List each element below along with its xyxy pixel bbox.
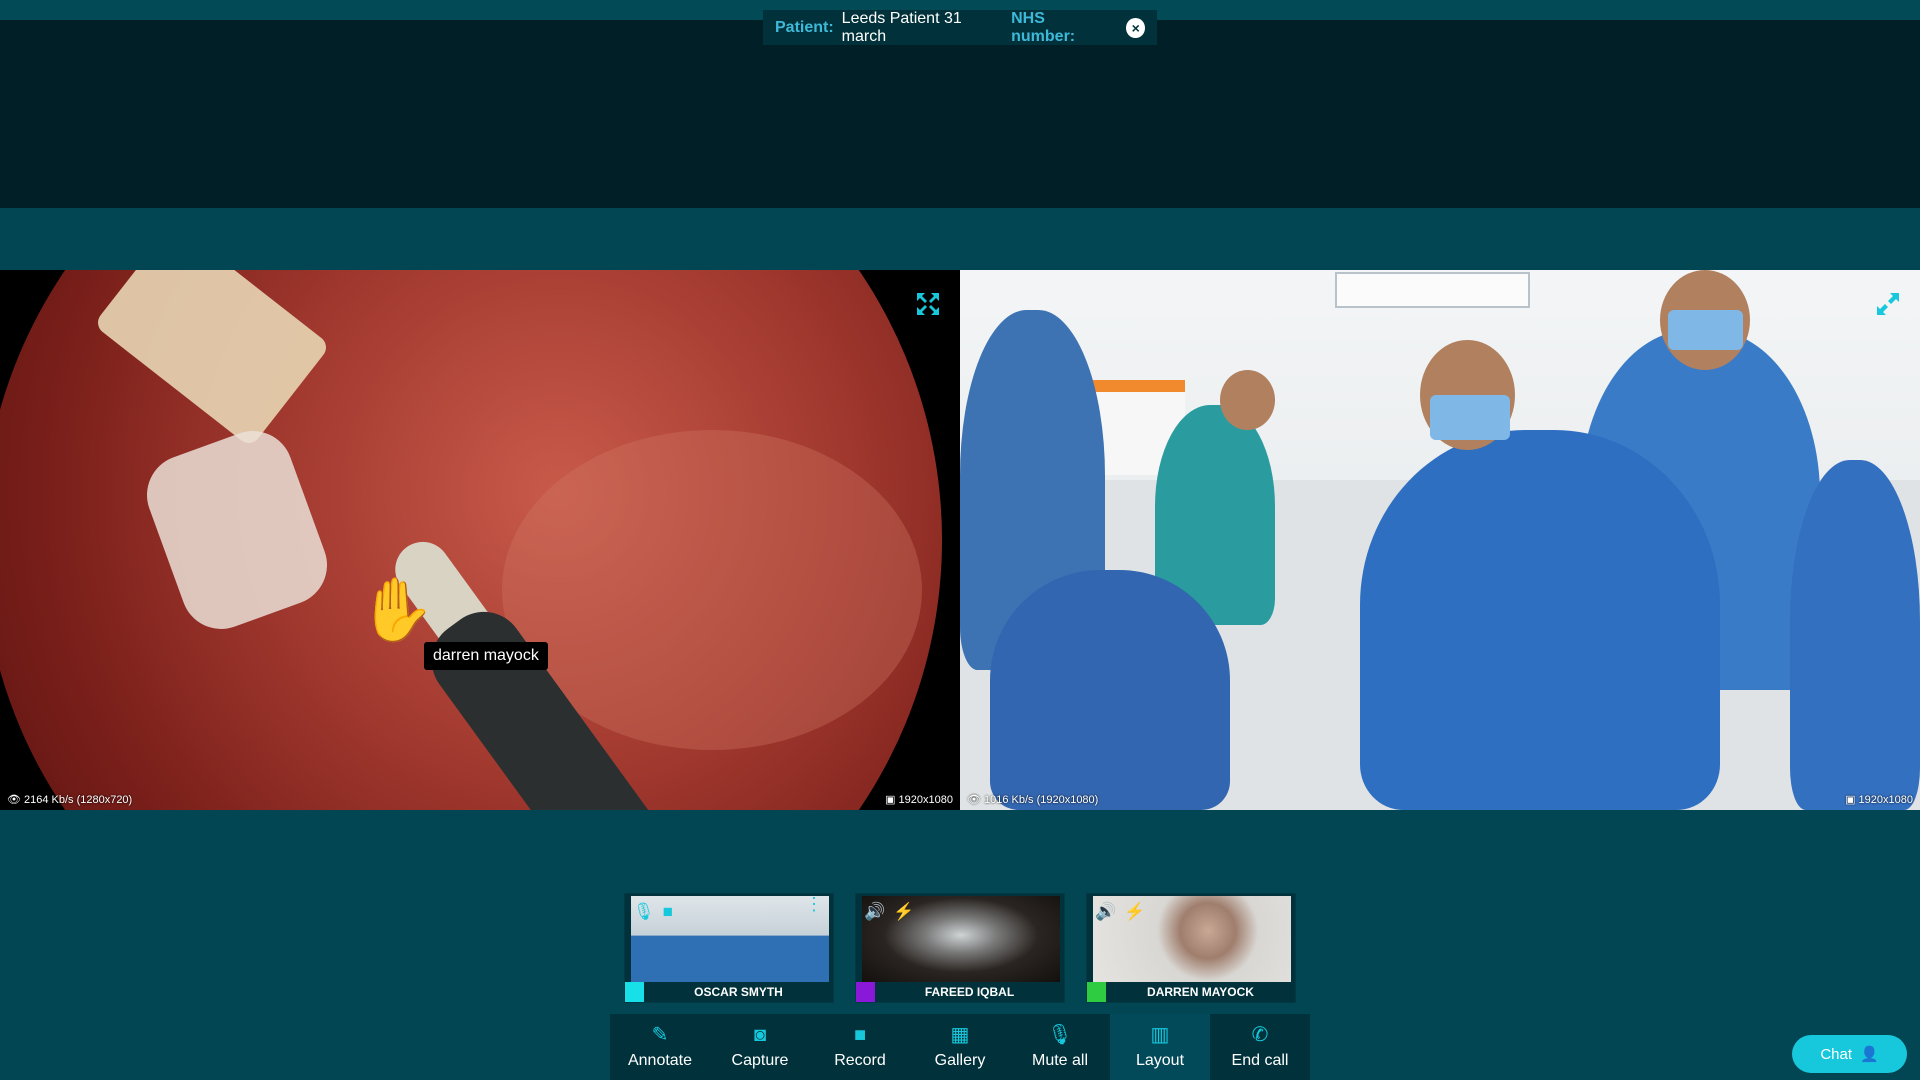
layout-button[interactable]: ▥ Layout xyxy=(1110,1014,1210,1080)
pencil-icon: ✎ xyxy=(651,1024,669,1046)
microphone-icon[interactable]: 🎙 xyxy=(633,902,655,922)
record-button[interactable]: ■ Record xyxy=(810,1014,910,1080)
spacer-band xyxy=(0,208,1920,270)
video-feed-theatre[interactable]: 👁 1016 Kb/s (1920x1080) ▣ 1920x1080 xyxy=(960,270,1920,810)
annotate-button[interactable]: ✎ Annotate xyxy=(610,1014,710,1080)
participant-name: OSCAR SMYTH xyxy=(694,985,783,999)
pointer-hand-icon: ✋ xyxy=(358,576,436,645)
monitor-icon: ▣ xyxy=(1845,794,1856,806)
resolution-readout: ▣ 1920x1080 xyxy=(885,793,953,807)
user-icon: 👤 xyxy=(1860,1046,1879,1063)
video-camera-icon: ■ xyxy=(853,1024,867,1046)
eye-icon: 👁 xyxy=(967,794,981,806)
participant-tile[interactable]: 🔊 ⚡ FAREED IQBAL xyxy=(855,893,1065,1003)
patient-info-bar: Patient: Leeds Patient 31 march NHS numb… xyxy=(763,10,1157,45)
plug-icon: ⚡ xyxy=(893,902,915,921)
participant-tile[interactable]: 🔊 ⚡ DARREN MAYOCK xyxy=(1086,893,1296,1003)
header-band xyxy=(0,20,1920,208)
participant-tile[interactable]: 🎙 ■ ⋮ OSCAR SMYTH xyxy=(624,893,834,1003)
chat-button[interactable]: Chat 👤 xyxy=(1792,1035,1907,1073)
expand-icon[interactable] xyxy=(1874,290,1902,318)
capture-button[interactable]: ◙ Capture xyxy=(710,1014,810,1080)
images-icon: ▦ xyxy=(950,1024,970,1046)
plug-icon: ⚡ xyxy=(1124,902,1146,921)
bitrate-readout: 👁 2164 Kb/s (1280x720) xyxy=(7,793,133,807)
speaker-icon[interactable]: 🔊 xyxy=(864,902,885,922)
gallery-button[interactable]: ▦ Gallery xyxy=(910,1014,1010,1080)
more-options-icon[interactable]: ⋮ xyxy=(805,895,823,913)
participant-color-swatch xyxy=(1087,982,1106,1002)
nhs-number-label: NHS number: xyxy=(1011,9,1076,45)
bitrate-readout: 👁 1016 Kb/s (1920x1080) xyxy=(967,793,1099,807)
speaker-icon[interactable]: 🔊 xyxy=(1095,902,1116,922)
close-icon[interactable]: × xyxy=(1126,17,1146,38)
expand-icon[interactable] xyxy=(914,290,942,318)
call-toolbar: ✎ Annotate ◙ Capture ■ Record ▦ Gallery … xyxy=(610,1014,1310,1080)
participant-name: DARREN MAYOCK xyxy=(1147,985,1254,999)
participant-color-swatch xyxy=(625,982,644,1002)
participant-strip: 🎙 ■ ⋮ OSCAR SMYTH 🔊 ⚡ FAREED IQBAL 🔊 ⚡ D… xyxy=(624,893,1296,1003)
video-feed-endoscope[interactable]: ✋ darren mayock 👁 2164 Kb/s (1280x720) ▣… xyxy=(0,270,960,810)
mute-all-button[interactable]: 🎙 Mute all xyxy=(1010,1014,1110,1080)
participant-color-swatch xyxy=(856,982,875,1002)
layout-icon: ▥ xyxy=(1150,1024,1170,1046)
eye-icon: 👁 xyxy=(7,794,21,806)
camera-icon: ◙ xyxy=(753,1024,767,1046)
phone-icon: ✆ xyxy=(1251,1024,1269,1046)
monitor-icon: ▣ xyxy=(885,794,896,806)
participant-name: FAREED IQBAL xyxy=(924,985,1015,999)
endoscope-image xyxy=(0,270,942,810)
pointer-user-label: darren mayock xyxy=(424,642,548,670)
patient-name: Leeds Patient 31 march xyxy=(841,9,962,45)
patient-label: Patient: xyxy=(775,18,834,36)
video-camera-icon[interactable]: ■ xyxy=(663,902,673,922)
resolution-readout: ▣ 1920x1080 xyxy=(1845,793,1913,807)
theatre-image xyxy=(960,270,1920,810)
microphone-icon: 🎙 xyxy=(1047,1024,1073,1046)
end-call-button[interactable]: ✆ End call xyxy=(1210,1014,1310,1080)
